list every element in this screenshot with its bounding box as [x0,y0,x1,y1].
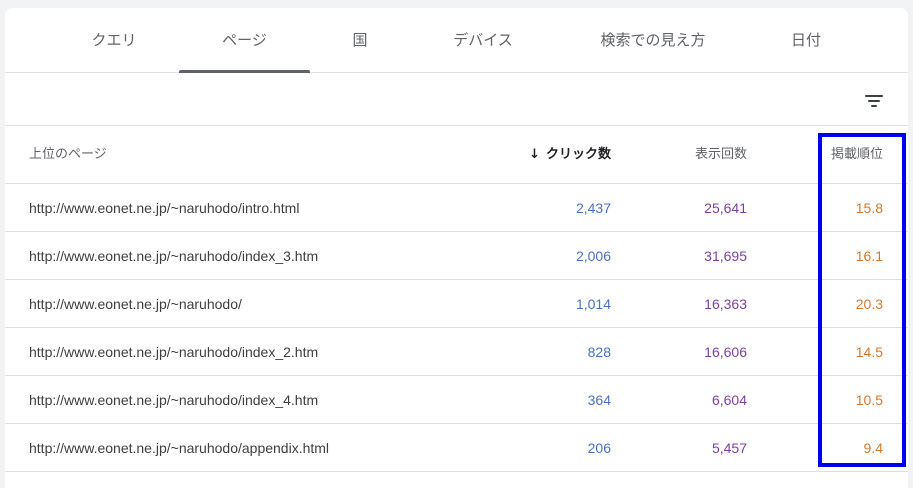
page-url: http://www.eonet.ne.jp/~naruhodo/appendi… [29,440,330,456]
column-header-clicks[interactable]: ↓ クリック数 [529,126,611,184]
performance-card: クエリ ページ 国 デバイス 検索での見え方 日付 上位のページ ↓ クリック数 … [5,8,908,488]
position-value: 20.3 [855,296,883,312]
page-url: http://www.eonet.ne.jp/~naruhodo/index_2… [29,344,319,360]
column-header-page[interactable]: 上位のページ [29,126,107,184]
table-row[interactable]: http://www.eonet.ne.jp/~naruhodo/index_3… [5,232,908,280]
table-row[interactable]: http://www.eonet.ne.jp/~naruhodo/index_4… [5,376,908,424]
clicks-value: 2,006 [575,248,611,264]
tab-dates[interactable]: 日付 [778,8,834,72]
position-value: 9.4 [863,440,883,456]
tab-countries[interactable]: 国 [340,8,380,72]
tab-pages[interactable]: ページ [179,8,310,73]
table-row[interactable]: http://www.eonet.ne.jp/~naruhodo/intro.h… [5,184,908,232]
clicks-value: 2,437 [575,200,611,216]
tab-search-appearance[interactable]: 検索での見え方 [588,8,718,72]
impressions-value: 16,363 [704,296,747,312]
dimension-tabs: クエリ ページ 国 デバイス 検索での見え方 日付 [5,8,908,73]
clicks-value: 206 [587,440,611,456]
impressions-value: 6,604 [711,392,747,408]
column-header-impressions[interactable]: 表示回数 [695,126,747,184]
table-row[interactable]: http://www.eonet.ne.jp/~naruhodo/ 1,014 … [5,280,908,328]
position-value: 14.5 [855,344,883,360]
table-row[interactable]: http://www.eonet.ne.jp/~naruhodo/index_2… [5,328,908,376]
tab-queries[interactable]: クエリ [79,8,149,72]
impressions-value: 5,457 [711,440,747,456]
tab-devices[interactable]: デバイス [440,8,526,72]
page-url: http://www.eonet.ne.jp/~naruhodo/index_4… [29,392,319,408]
filter-list-icon[interactable] [857,84,889,116]
table-toolbar [5,73,908,126]
table-header: 上位のページ ↓ クリック数 表示回数 掲載順位 [5,126,908,184]
impressions-value: 31,695 [704,248,747,264]
page-url: http://www.eonet.ne.jp/~naruhodo/intro.h… [29,200,300,216]
page-url: http://www.eonet.ne.jp/~naruhodo/ [29,296,242,312]
page-url: http://www.eonet.ne.jp/~naruhodo/index_3… [29,248,319,264]
column-header-clicks-label: クリック数 [545,147,611,162]
table-row[interactable]: http://www.eonet.ne.jp/~naruhodo/appendi… [5,424,908,472]
impressions-value: 16,606 [704,344,747,360]
clicks-value: 1,014 [575,296,611,312]
arrow-down-icon: ↓ [529,147,540,162]
clicks-value: 828 [587,344,611,360]
position-value: 10.5 [855,392,883,408]
clicks-value: 364 [587,392,611,408]
impressions-value: 25,641 [704,200,747,216]
column-header-position[interactable]: 掲載順位 [831,126,883,184]
position-value: 15.8 [855,200,883,216]
position-value: 16.1 [855,248,883,264]
